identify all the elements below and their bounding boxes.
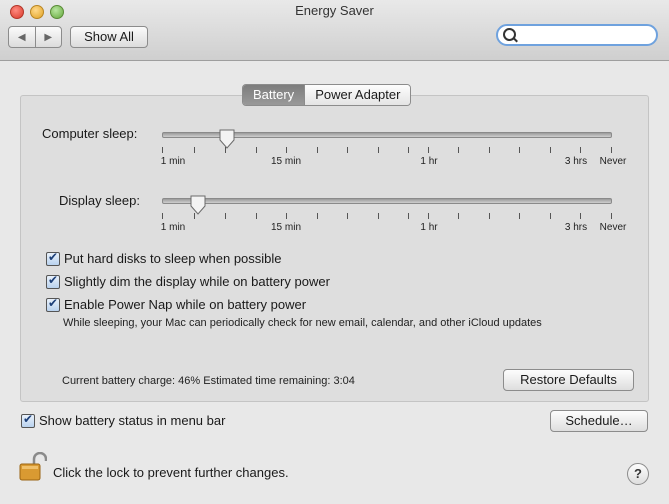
display-sleep-scale-1hr: 1 hr (420, 222, 438, 233)
checkbox-checked-icon (46, 296, 60, 312)
display-sleep-scale-never: Never (599, 222, 627, 233)
back-button[interactable]: ◀ (9, 27, 35, 47)
display-sleep-track[interactable] (162, 198, 612, 204)
window-title: Energy Saver (295, 3, 374, 18)
power-nap-note: While sleeping, your Mac can periodicall… (63, 317, 542, 329)
hard-disk-sleep-checkbox[interactable]: Put hard disks to sleep when possible (46, 250, 282, 266)
search-input[interactable] (518, 28, 652, 44)
back-forward-buttons: ◀ ▶ (8, 26, 62, 48)
energy-saver-window: Energy Saver ◀ ▶ Show All Battery Power … (0, 0, 669, 504)
checkbox-checked-icon (21, 412, 35, 428)
computer-sleep-scale-1min: 1 min (160, 156, 186, 167)
computer-sleep-slider-thumb[interactable] (219, 129, 235, 149)
computer-sleep-scale-1hr: 1 hr (420, 156, 438, 167)
computer-sleep-ticks (162, 147, 612, 155)
search-field[interactable] (496, 24, 658, 46)
display-sleep-scale-3hrs: 3 hrs (564, 222, 588, 233)
computer-sleep-scale-3hrs: 3 hrs (564, 156, 588, 167)
tab-bar: Battery Power Adapter (242, 84, 412, 106)
computer-sleep-scale-never: Never (599, 156, 627, 167)
display-sleep-scale-1min: 1 min (160, 222, 186, 233)
settings-panel (20, 95, 649, 402)
hard-disk-sleep-label: Put hard disks to sleep when possible (64, 251, 282, 266)
back-arrow-icon: ◀ (17, 31, 26, 43)
restore-defaults-button[interactable]: Restore Defaults (503, 369, 634, 391)
power-nap-checkbox[interactable]: Enable Power Nap while on battery power (46, 296, 307, 312)
display-sleep-scale-15min: 15 min (270, 222, 302, 233)
help-button[interactable]: ? (627, 463, 649, 485)
schedule-button[interactable]: Schedule… (550, 410, 648, 432)
search-icon (503, 28, 516, 41)
dim-display-checkbox[interactable]: Slightly dim the display while on batter… (46, 273, 330, 289)
power-nap-label: Enable Power Nap while on battery power (64, 297, 307, 312)
forward-arrow-icon: ▶ (44, 31, 53, 43)
show-all-button[interactable]: Show All (70, 26, 148, 48)
display-sleep-ticks (162, 213, 612, 221)
show-battery-status-checkbox[interactable]: Show battery status in menu bar (21, 412, 226, 428)
computer-sleep-scale-15min: 15 min (270, 156, 302, 167)
title-bar: Energy Saver ◀ ▶ Show All (0, 0, 669, 61)
display-sleep-label: Display sleep: (59, 193, 140, 208)
checkbox-checked-icon (46, 273, 60, 289)
forward-button[interactable]: ▶ (34, 27, 62, 47)
display-sleep-slider-thumb[interactable] (190, 195, 206, 215)
battery-status-text: Current battery charge: 46% Estimated ti… (62, 375, 355, 387)
lock-text: Click the lock to prevent further change… (53, 465, 289, 480)
tab-battery[interactable]: Battery (243, 85, 305, 105)
checkbox-checked-icon (46, 250, 60, 266)
computer-sleep-label: Computer sleep: (42, 126, 138, 141)
tab-power-adapter[interactable]: Power Adapter (304, 85, 411, 105)
lock-icon[interactable] (19, 451, 48, 482)
dim-display-label: Slightly dim the display while on batter… (64, 274, 330, 289)
show-battery-status-label: Show battery status in menu bar (39, 413, 226, 428)
